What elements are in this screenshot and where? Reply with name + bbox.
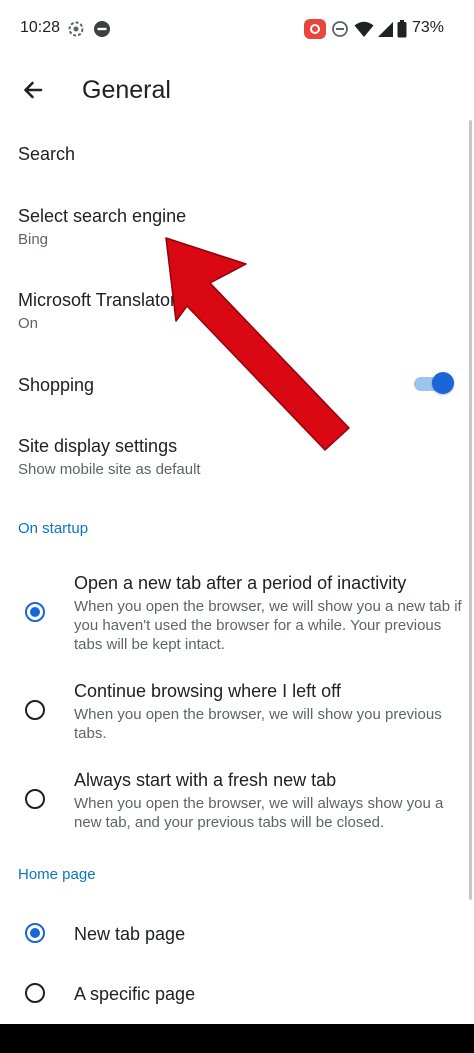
battery-percent: 73% [412, 19, 445, 36]
status-time: 10:28 [20, 19, 61, 36]
signal-icon [378, 22, 393, 37]
status-bar: 10:28 73% [0, 0, 474, 60]
arrow-left-icon [24, 81, 43, 99]
setting-title: Shopping [18, 375, 95, 395]
do-not-disturb-icon [332, 21, 348, 37]
navigation-bar [0, 1024, 474, 1053]
setting-value: On [18, 315, 39, 332]
shopping-toggle[interactable] [414, 372, 454, 396]
radio-button-selected[interactable] [25, 923, 45, 943]
gear-icon [68, 21, 84, 37]
toggle-thumb [432, 372, 454, 394]
radio-button[interactable] [25, 983, 45, 1003]
option-title: A specific page [74, 984, 196, 1004]
setting-value: Bing [18, 231, 49, 248]
option-title: Open a new tab after a period of inactiv… [74, 573, 407, 593]
scrollbar[interactable] [469, 120, 472, 900]
setting-value: Show mobile site as default [18, 461, 201, 478]
setting-title: Select search engine [18, 206, 187, 226]
section-header-on-startup: On startup [18, 520, 89, 537]
option-title: Always start with a fresh new tab [74, 770, 337, 790]
option-description: When you open the browser, we will alway… [74, 795, 444, 831]
app-bar: General [0, 64, 474, 120]
option-description: When you open the browser, we will show … [74, 598, 462, 653]
option-title: New tab page [74, 924, 186, 944]
screen-record-icon [304, 19, 326, 39]
setting-title: Site display settings [18, 436, 178, 456]
option-description: When you open the browser, we will show … [74, 706, 442, 742]
radio-button-selected[interactable] [25, 602, 45, 622]
radio-button[interactable] [25, 700, 45, 720]
wifi-icon [354, 21, 374, 37]
battery-icon [397, 20, 407, 38]
back-button[interactable] [16, 76, 50, 110]
radio-button[interactable] [25, 789, 45, 809]
setting-title: Microsoft Translator [18, 290, 177, 310]
setting-title: Search [18, 144, 76, 164]
option-title: Continue browsing where I left off [74, 681, 341, 701]
minus-circle-icon [94, 21, 110, 37]
section-header-home-page: Home page [18, 866, 96, 883]
page-title: General [82, 76, 171, 104]
